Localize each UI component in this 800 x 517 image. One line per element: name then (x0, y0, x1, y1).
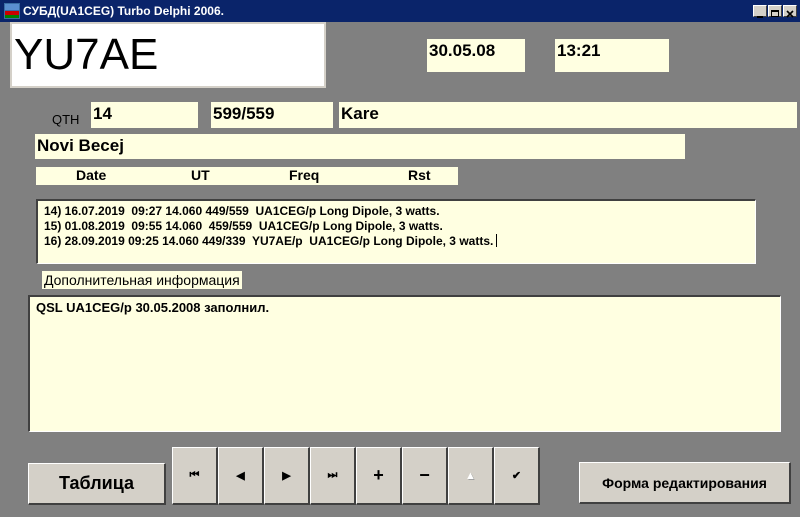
extra-info-label: Дополнительная информация (42, 271, 242, 289)
time-field[interactable]: 13:21 (555, 39, 669, 72)
band-field[interactable]: 14 (91, 102, 198, 128)
edit-record-icon: ▲ (465, 469, 476, 482)
first-record-icon: ⏮ (189, 469, 200, 481)
title-bar: СУБД(UA1CEG) Turbo Delphi 2006. (0, 0, 800, 22)
post-record-button[interactable]: ✔ (494, 447, 540, 505)
log-line: 15) 01.08.2019 09:55 14.060 459/559 UA1C… (44, 219, 443, 233)
delete-record-icon: − (419, 465, 430, 485)
qso-log-memo[interactable]: 14) 16.07.2019 09:27 14.060 449/559 UA1C… (36, 199, 756, 264)
app-icon[interactable] (4, 3, 20, 19)
minimize-icon (757, 16, 763, 18)
log-header-ut: UT (191, 167, 210, 183)
last-record-icon: ⏭ (327, 469, 338, 481)
window-title: СУБД(UA1CEG) Turbo Delphi 2006. (23, 4, 224, 18)
rst-field[interactable]: 599/559 (211, 102, 333, 128)
text-caret (496, 234, 498, 247)
prior-record-icon: ◀ (236, 470, 245, 482)
log-line: 14) 16.07.2019 09:27 14.060 449/559 UA1C… (44, 204, 440, 218)
log-header-date: Date (76, 167, 107, 183)
minimize-button[interactable] (753, 5, 767, 18)
post-record-icon: ✔ (511, 470, 522, 482)
next-record-button[interactable]: ▶ (264, 447, 310, 505)
close-icon (786, 10, 794, 18)
delete-record-button[interactable]: − (402, 447, 448, 505)
callsign-field[interactable]: YU7AE (10, 22, 326, 88)
last-record-button[interactable]: ⏭ (310, 447, 356, 505)
name-field[interactable]: Kare (339, 102, 797, 128)
extra-info-memo[interactable]: QSL UA1CEG/p 30.05.2008 заполнил. (28, 295, 781, 432)
maximize-button[interactable] (768, 5, 782, 17)
prior-record-button[interactable]: ◀ (218, 447, 264, 505)
next-record-icon: ▶ (282, 470, 291, 482)
qth-label: QTH (52, 112, 80, 127)
table-button[interactable]: Таблица (28, 463, 166, 505)
close-button[interactable] (783, 5, 797, 18)
date-field[interactable]: 30.05.08 (427, 39, 525, 72)
log-line: 16) 28.09.2019 09:25 14.060 449/339 YU7A… (44, 234, 755, 249)
insert-record-icon: + (373, 465, 384, 485)
insert-record-button[interactable]: + (356, 447, 402, 505)
edit-form-button[interactable]: Форма редактирования (579, 462, 791, 504)
log-header-rst: Rst (408, 167, 431, 183)
log-header-freq: Freq (289, 167, 320, 183)
log-header: Date UT Freq Rst (36, 167, 458, 185)
qth-field[interactable]: Novi Becej (35, 134, 685, 159)
edit-record-button[interactable]: ▲ (448, 447, 494, 505)
maximize-icon (771, 10, 779, 17)
first-record-button[interactable]: ⏮ (172, 447, 218, 505)
